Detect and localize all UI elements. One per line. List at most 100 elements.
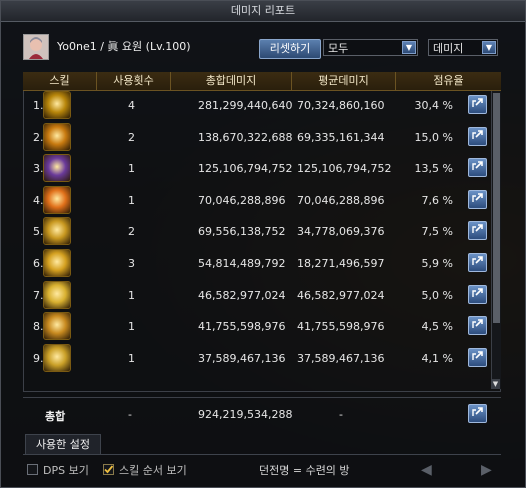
row-avg-damage: 18,271,496,597 bbox=[297, 257, 385, 270]
share-arrow-icon bbox=[472, 287, 483, 297]
row-total-damage: 41,755,598,976 bbox=[198, 320, 286, 334]
row-share: 30,4 % bbox=[414, 99, 453, 112]
total-avg: - bbox=[339, 408, 343, 421]
checkmark-icon bbox=[104, 465, 114, 474]
header-uses[interactable]: 사용횟수 bbox=[97, 72, 171, 90]
table-row: 5. 2 69,556,138,752 34,778,069,376 7,5 % bbox=[23, 216, 493, 247]
header-total-damage[interactable]: 총합데미지 bbox=[171, 72, 292, 90]
row-avg-damage: 70,046,288,896 bbox=[297, 193, 385, 207]
row-total-damage: 70,046,288,896 bbox=[198, 193, 286, 207]
row-avg-damage: 46,582,977,024 bbox=[297, 288, 385, 302]
share-arrow-icon bbox=[472, 407, 483, 416]
tab-used-settings[interactable]: 사용한 설정 bbox=[25, 434, 101, 455]
share-total-button[interactable] bbox=[468, 404, 487, 423]
type-select[interactable]: 데미지 ▼ bbox=[428, 39, 498, 56]
skill-order-checkbox[interactable] bbox=[103, 464, 114, 475]
skill-icon bbox=[43, 249, 71, 277]
row-total-damage: 69,556,138,752 bbox=[198, 225, 286, 239]
row-total-damage: 125,106,794,752 bbox=[198, 162, 293, 176]
dps-checkbox-label: DPS 보기 bbox=[43, 464, 89, 477]
row-number: 8. bbox=[33, 320, 44, 334]
share-row-button[interactable] bbox=[468, 126, 487, 146]
share-arrow-icon bbox=[472, 319, 483, 329]
damage-report-window: 데미지 리포트 Yo0ne1 / 眞 요원 (Lv.100) 리셋하기 모두 ▼… bbox=[0, 0, 526, 488]
chevron-down-icon: ▼ bbox=[402, 41, 416, 54]
row-number: 3. bbox=[33, 162, 44, 176]
scrollbar-thumb[interactable] bbox=[493, 93, 500, 323]
skill-order-checkbox-label: 스킬 순서 보기 bbox=[119, 464, 187, 477]
header-skill[interactable]: 스킬 bbox=[23, 72, 97, 90]
row-avg-damage: 70,324,860,160 bbox=[297, 99, 385, 112]
dps-checkbox[interactable] bbox=[27, 464, 38, 475]
row-total-damage: 54,814,489,792 bbox=[198, 257, 286, 270]
share-arrow-icon bbox=[472, 224, 483, 234]
share-row-button[interactable] bbox=[468, 347, 487, 367]
row-number: 2. bbox=[33, 130, 44, 144]
scroll-down-icon[interactable]: ▼ bbox=[491, 379, 500, 389]
row-total-damage: 138,670,322,688 bbox=[198, 130, 293, 144]
row-uses: 3 bbox=[128, 257, 135, 270]
header-avg-damage[interactable]: 평균데미지 bbox=[292, 72, 396, 90]
character-portrait bbox=[23, 34, 49, 60]
share-arrow-icon bbox=[472, 192, 483, 202]
filter-select[interactable]: 모두 ▼ bbox=[323, 39, 418, 56]
total-label: 총합 bbox=[45, 410, 66, 423]
table-row: 9. 1 37,589,467,136 37,589,467,136 4,1 % bbox=[23, 343, 493, 374]
skill-icon bbox=[43, 91, 71, 119]
row-uses: 1 bbox=[128, 320, 135, 334]
type-select-value: 데미지 bbox=[433, 42, 464, 55]
total-damage: 924,219,534,288 bbox=[198, 408, 293, 421]
row-total-damage: 37,589,467,136 bbox=[198, 351, 286, 365]
skill-icon bbox=[43, 312, 71, 341]
share-row-button[interactable] bbox=[468, 95, 487, 114]
header-share[interactable]: 점유율 bbox=[396, 72, 501, 90]
table-row: 8. 1 41,755,598,976 41,755,598,976 4,5 % bbox=[23, 311, 493, 342]
share-row-button[interactable] bbox=[468, 253, 487, 272]
row-uses: 4 bbox=[128, 99, 135, 112]
row-number: 9. bbox=[33, 351, 44, 365]
row-number: 7. bbox=[33, 288, 44, 302]
row-uses: 1 bbox=[128, 162, 135, 176]
row-uses: 1 bbox=[128, 351, 135, 365]
skill-icon bbox=[43, 154, 71, 183]
row-share: 4,1 % bbox=[421, 351, 453, 365]
share-row-button[interactable] bbox=[468, 158, 487, 178]
row-avg-damage: 69,335,161,344 bbox=[297, 130, 385, 144]
row-avg-damage: 41,755,598,976 bbox=[297, 320, 385, 334]
row-share: 7,6 % bbox=[421, 193, 453, 207]
row-share: 5,0 % bbox=[421, 288, 453, 302]
prev-arrow-icon[interactable]: ◀ bbox=[421, 462, 432, 478]
row-avg-damage: 34,778,069,376 bbox=[297, 225, 385, 239]
row-share: 4,5 % bbox=[421, 320, 453, 334]
share-arrow-icon bbox=[472, 350, 483, 360]
table-header: 스킬 사용횟수 총합데미지 평균데미지 점유율 bbox=[23, 72, 501, 91]
share-arrow-icon bbox=[472, 98, 483, 107]
row-share: 5,9 % bbox=[421, 257, 453, 270]
row-share: 15,0 % bbox=[414, 130, 453, 144]
share-row-button[interactable] bbox=[468, 221, 487, 241]
row-uses: 1 bbox=[128, 288, 135, 302]
chevron-down-icon: ▼ bbox=[482, 41, 496, 54]
share-arrow-icon bbox=[472, 129, 483, 139]
window-title: 데미지 리포트 bbox=[1, 1, 525, 22]
table-row: 1. 4 281,299,440,640 70,324,860,160 30,4 % bbox=[23, 90, 493, 121]
character-name: Yo0ne1 / 眞 요원 (Lv.100) bbox=[57, 40, 191, 53]
share-row-button[interactable] bbox=[468, 316, 487, 336]
table-row: 6. 3 54,814,489,792 18,271,496,597 5,9 % bbox=[23, 248, 493, 279]
share-row-button[interactable] bbox=[468, 189, 487, 209]
skill-icon bbox=[43, 122, 71, 151]
skill-icon bbox=[43, 343, 71, 372]
row-avg-damage: 125,106,794,752 bbox=[297, 162, 392, 176]
total-uses: - bbox=[128, 408, 132, 421]
filter-select-value: 모두 bbox=[328, 42, 349, 55]
row-number: 1. bbox=[33, 99, 44, 112]
share-arrow-icon bbox=[472, 256, 483, 265]
next-arrow-icon[interactable]: ▶ bbox=[481, 462, 492, 478]
skill-icon bbox=[43, 280, 71, 309]
row-total-damage: 46,582,977,024 bbox=[198, 288, 286, 302]
scrollbar[interactable] bbox=[491, 91, 501, 389]
reset-button[interactable]: 리셋하기 bbox=[259, 39, 321, 59]
row-number: 5. bbox=[33, 225, 44, 239]
share-row-button[interactable] bbox=[468, 284, 487, 304]
row-share: 7,5 % bbox=[421, 225, 453, 239]
